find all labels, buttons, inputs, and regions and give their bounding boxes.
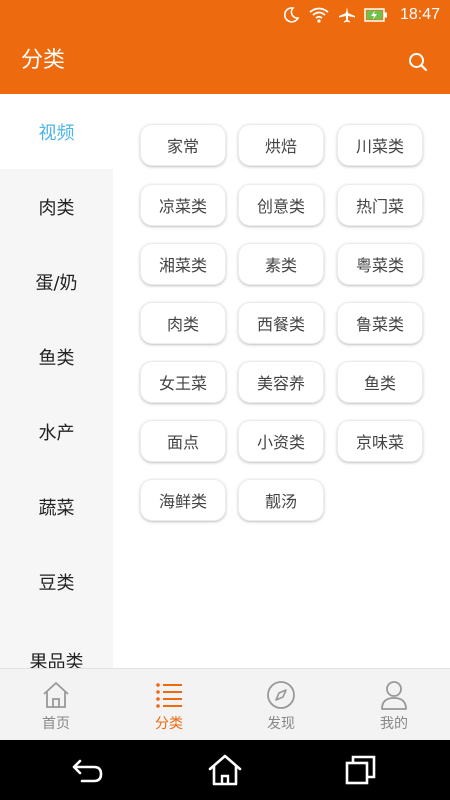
category-chip[interactable]: 小资类 <box>238 420 324 462</box>
sidebar-item-label: 豆类 <box>38 572 75 594</box>
list-icon <box>156 683 182 708</box>
category-chip[interactable]: 女王菜 <box>140 361 226 403</box>
tab-label: 发现 <box>267 716 295 732</box>
sidebar-item-label: 蔬菜 <box>38 497 75 519</box>
tab-profile[interactable]: 我的 <box>338 669 450 741</box>
category-grid: 家常 烘焙 川菜类 凉菜类 创意类 热门菜 湘菜类 素类 粤菜类 肉类 西餐类 … <box>113 94 450 668</box>
home-icon <box>43 682 69 708</box>
category-chip[interactable]: 粤菜类 <box>337 243 423 285</box>
category-sidebar[interactable]: 视频 肉类 蛋/奶 鱼类 水产 蔬菜 豆类 果品类 <box>0 94 113 668</box>
category-chip[interactable]: 面点 <box>140 420 226 462</box>
sidebar-item-label: 蛋/奶 <box>35 272 78 294</box>
sidebar-item-label: 果品类 <box>29 651 84 669</box>
sidebar-item-label: 水产 <box>38 422 75 444</box>
sidebar-item-vegetables[interactable]: 蔬菜 <box>0 469 113 544</box>
category-chip[interactable]: 凉菜类 <box>140 184 226 226</box>
category-chip[interactable]: 热门菜 <box>337 184 423 226</box>
page-title: 分类 <box>21 48 66 73</box>
tab-home[interactable]: 首页 <box>0 669 112 741</box>
back-icon[interactable] <box>70 753 106 787</box>
tab-discover[interactable]: 发现 <box>225 669 337 741</box>
tab-label: 首页 <box>42 716 70 732</box>
user-icon <box>381 681 407 710</box>
status-bar: 18:47 <box>0 0 450 30</box>
compass-icon <box>267 681 295 709</box>
bottom-tab-bar: 首页 分类 发现 我的 <box>0 668 450 740</box>
sidebar-item-video[interactable]: 视频 <box>0 94 113 169</box>
tab-category[interactable]: 分类 <box>113 669 225 741</box>
recent-apps-icon[interactable] <box>343 753 379 787</box>
status-icons: 18:47 <box>282 0 440 30</box>
category-chip[interactable]: 肉类 <box>140 302 226 344</box>
tab-label: 我的 <box>380 716 408 732</box>
sidebar-item-fish[interactable]: 鱼类 <box>0 319 113 394</box>
category-chip[interactable]: 湘菜类 <box>140 243 226 285</box>
tab-label: 分类 <box>155 716 183 732</box>
category-chip[interactable]: 川菜类 <box>337 124 423 166</box>
battery-charging-icon <box>364 8 387 22</box>
category-chip[interactable]: 鲁菜类 <box>337 302 423 344</box>
category-chip[interactable]: 鱼类 <box>337 361 423 403</box>
sidebar-item-label: 肉类 <box>38 197 75 219</box>
moon-icon <box>283 7 300 23</box>
search-icon[interactable] <box>406 50 430 74</box>
sidebar-item-aquatic[interactable]: 水产 <box>0 394 113 469</box>
category-chip[interactable]: 烘焙 <box>238 124 324 166</box>
sidebar-item-label: 视频 <box>38 122 75 144</box>
sidebar-item-meat[interactable]: 肉类 <box>0 169 113 244</box>
category-chip[interactable]: 西餐类 <box>238 302 324 344</box>
category-chip[interactable]: 素类 <box>238 243 324 285</box>
wifi-icon <box>309 7 329 23</box>
system-navigation-bar <box>0 740 450 800</box>
home-system-icon[interactable] <box>207 753 243 787</box>
category-chip[interactable]: 京味菜 <box>337 420 423 462</box>
airplane-icon <box>338 7 355 23</box>
category-chip[interactable]: 靓汤 <box>238 479 324 521</box>
sidebar-item-egg-milk[interactable]: 蛋/奶 <box>0 244 113 319</box>
category-chip[interactable]: 美容养 <box>238 361 324 403</box>
category-chip[interactable]: 家常 <box>140 124 226 166</box>
sidebar-item-beans[interactable]: 豆类 <box>0 544 113 619</box>
status-time: 18:47 <box>399 6 440 23</box>
app-bar: 分类 <box>0 30 450 94</box>
category-chip[interactable]: 海鲜类 <box>140 479 226 521</box>
category-chip[interactable]: 创意类 <box>238 184 324 226</box>
sidebar-item-fruits[interactable]: 果品类 <box>0 623 113 669</box>
sidebar-item-label: 鱼类 <box>38 347 75 369</box>
